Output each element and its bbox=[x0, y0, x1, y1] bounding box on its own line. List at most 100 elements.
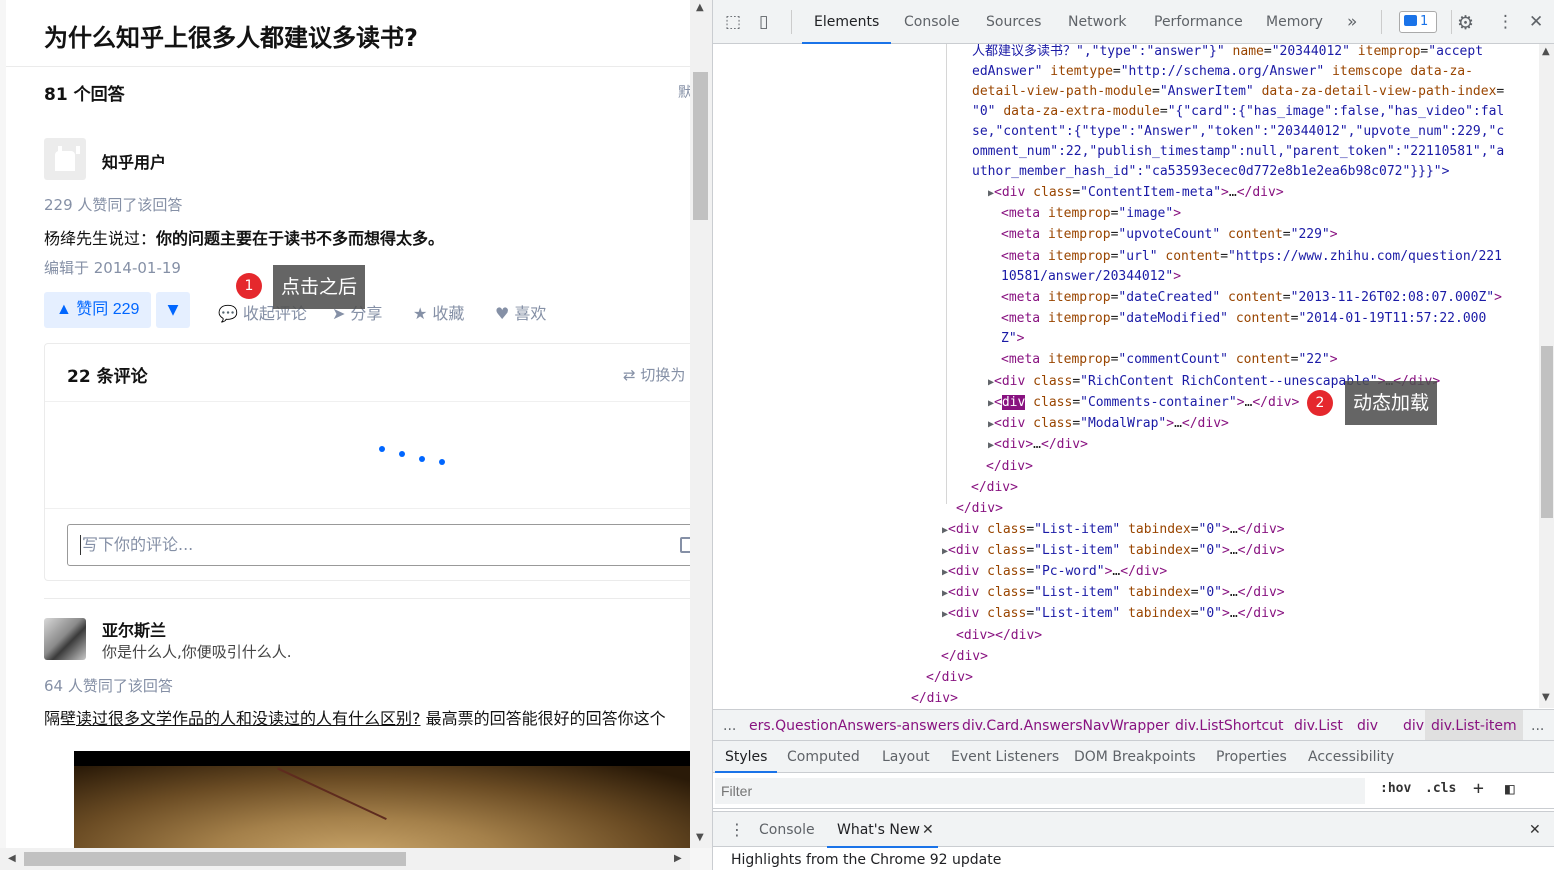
drawer-tab-whats-new[interactable]: What's New bbox=[827, 812, 938, 848]
styles-filter-input[interactable] bbox=[715, 778, 1365, 804]
tab-layout[interactable]: Layout bbox=[882, 741, 930, 773]
dom-tree[interactable]: 人都建议多读书？","type":"answer"}" name="203440… bbox=[713, 44, 1539, 708]
close-tab-icon[interactable]: ✕ bbox=[922, 812, 934, 848]
dom-line[interactable]: <meta itemprop="url" content="https://ww… bbox=[1001, 247, 1502, 267]
dom-line[interactable]: ▶<div class="ContentItem-meta">…</div> bbox=[988, 183, 1284, 203]
tab-sources[interactable]: Sources bbox=[986, 0, 1041, 44]
inspect-element-icon[interactable]: ⬚ bbox=[725, 12, 741, 32]
drawer-menu-icon[interactable]: ⋮ bbox=[729, 812, 745, 848]
cls-toggle[interactable]: .cls bbox=[1425, 781, 1456, 796]
dom-line[interactable]: </div> bbox=[926, 668, 973, 688]
dom-line[interactable]: <meta itemprop="upvoteCount" content="22… bbox=[1001, 225, 1338, 245]
dom-line[interactable]: ▶<div class="List-item" tabindex="0">…</… bbox=[942, 583, 1285, 603]
drawer-tab-console[interactable]: Console bbox=[759, 812, 815, 848]
dom-tree-scrollbar[interactable]: ▲ ▼ bbox=[1539, 44, 1554, 708]
tab-performance[interactable]: Performance bbox=[1154, 0, 1243, 44]
tab-elements[interactable]: Elements bbox=[801, 0, 892, 44]
tab-network[interactable]: Network bbox=[1068, 0, 1126, 44]
dom-line[interactable]: omment_num":22,"publish_timestamp":null,… bbox=[972, 142, 1504, 162]
breadcrumb-item-active[interactable]: div.List-item bbox=[1425, 710, 1523, 740]
toggle-sidebar-icon[interactable]: ◧ bbox=[1505, 779, 1515, 798]
tab-dom-breakpoints[interactable]: DOM Breakpoints bbox=[1074, 741, 1196, 773]
edited-date[interactable]: 编辑于 2014-01-19 bbox=[44, 257, 181, 278]
issues-button[interactable]: 1 bbox=[1399, 11, 1437, 33]
tab-computed[interactable]: Computed bbox=[787, 741, 860, 773]
sort-toggle[interactable]: 默 bbox=[678, 82, 690, 102]
scrollbar-thumb[interactable] bbox=[24, 852, 406, 866]
dom-line[interactable]: </div> bbox=[986, 457, 1033, 477]
device-toolbar-icon[interactable]: ▯ bbox=[759, 12, 768, 32]
comment-input[interactable]: 写下你的评论... bbox=[67, 524, 690, 566]
dom-line[interactable]: ▶<div class="Pc-word">…</div> bbox=[942, 562, 1167, 582]
horizontal-scrollbar[interactable]: ◀ ▶ bbox=[0, 848, 690, 870]
dom-line[interactable]: edAnswer" itemtype="http://schema.org/An… bbox=[972, 62, 1473, 82]
dom-line[interactable]: <meta itemprop="commentCount" content="2… bbox=[1001, 350, 1338, 370]
breadcrumb-scroll-right[interactable]: ... bbox=[1531, 710, 1544, 740]
more-tabs-icon[interactable]: » bbox=[1347, 0, 1357, 44]
favorite-button[interactable]: ★ 收藏 bbox=[413, 300, 464, 324]
close-drawer-icon[interactable]: ✕ bbox=[1529, 812, 1541, 848]
dom-line[interactable]: </div> bbox=[911, 689, 958, 708]
author-name[interactable]: 亚尔斯兰 bbox=[102, 617, 166, 641]
dom-line[interactable]: Z"> bbox=[1001, 329, 1024, 349]
scroll-down-arrow-icon[interactable]: ▼ bbox=[1542, 692, 1550, 703]
tab-memory[interactable]: Memory bbox=[1266, 0, 1323, 44]
scroll-up-arrow-icon[interactable]: ▲ bbox=[696, 2, 704, 13]
breadcrumb-item[interactable]: div.Card.AnswersNavWrapper bbox=[962, 710, 1170, 740]
tab-accessibility[interactable]: Accessibility bbox=[1308, 741, 1394, 773]
scrollbar-thumb[interactable] bbox=[693, 72, 708, 220]
vertical-scrollbar[interactable]: ▲ ▼ bbox=[690, 0, 712, 848]
tab-properties[interactable]: Properties bbox=[1216, 741, 1287, 773]
breadcrumb-item[interactable]: div.List bbox=[1294, 710, 1343, 740]
dom-line[interactable]: detail-view-path-module="AnswerItem" dat… bbox=[972, 82, 1504, 102]
dom-line[interactable]: </div> bbox=[956, 499, 1003, 519]
author-name[interactable]: 知乎用户 bbox=[102, 149, 166, 173]
image-icon[interactable] bbox=[680, 537, 690, 553]
scroll-down-arrow-icon[interactable]: ▼ bbox=[696, 832, 704, 843]
question-title[interactable]: 为什么知乎上很多人都建议多读书? bbox=[44, 18, 418, 53]
dom-line[interactable]: <meta itemprop="dateCreated" content="20… bbox=[1001, 288, 1502, 308]
more-options-icon[interactable]: ⋮ bbox=[1497, 12, 1514, 32]
comments-switch-button[interactable]: ⇄ 切换为 bbox=[623, 364, 685, 385]
dom-line[interactable]: ▶<div class="ModalWrap">…</div> bbox=[988, 414, 1229, 434]
dom-line[interactable]: uthor_member_hash_id":"ca53593ecec0d772e… bbox=[972, 162, 1449, 182]
scroll-left-arrow-icon[interactable]: ◀ bbox=[8, 853, 16, 864]
tab-console[interactable]: Console bbox=[904, 0, 960, 44]
breadcrumb-item[interactable]: div bbox=[1403, 710, 1424, 740]
dom-line[interactable]: </div> bbox=[971, 478, 1018, 498]
like-button[interactable]: ♥ 喜欢 bbox=[495, 300, 546, 324]
dom-line[interactable]: ▶<div class="List-item" tabindex="0">…</… bbox=[942, 541, 1285, 561]
dom-line[interactable]: 人都建议多读书？","type":"answer"}" name="203440… bbox=[972, 44, 1483, 62]
new-rule-plus-icon[interactable]: + bbox=[1473, 778, 1484, 799]
dom-line[interactable]: se,"content":{"type":"Answer","token":"2… bbox=[972, 122, 1504, 142]
dom-line[interactable]: ▶<div>…</div> bbox=[988, 435, 1088, 455]
scrollbar-thumb[interactable] bbox=[1541, 346, 1553, 518]
question-link[interactable]: 读过很多文学作品的人和没读过的人有什么区别? bbox=[76, 709, 421, 728]
upvote-button[interactable]: ▲ 赞同 229 bbox=[44, 292, 152, 328]
dom-line[interactable]: 10581/answer/20344012"> bbox=[1001, 267, 1181, 287]
dom-line[interactable]: ▶<div class="List-item" tabindex="0">…</… bbox=[942, 604, 1285, 624]
tab-styles[interactable]: Styles bbox=[714, 741, 779, 773]
dom-line[interactable]: <meta itemprop="image"> bbox=[1001, 204, 1181, 224]
breadcrumb-scroll-left[interactable]: ... bbox=[723, 710, 736, 740]
settings-gear-icon[interactable]: ⚙ bbox=[1457, 12, 1474, 34]
attr-value: "List-item" bbox=[1034, 606, 1121, 621]
downvote-button[interactable]: ▼ bbox=[156, 292, 190, 328]
answer-image[interactable] bbox=[74, 751, 690, 848]
scroll-up-arrow-icon[interactable]: ▲ bbox=[1542, 46, 1550, 57]
breadcrumb-item[interactable]: div bbox=[1357, 710, 1378, 740]
avatar[interactable] bbox=[44, 138, 86, 180]
avatar[interactable] bbox=[44, 618, 86, 660]
dom-line[interactable]: ▶<div class="List-item" tabindex="0">…</… bbox=[942, 520, 1285, 540]
breadcrumb-item[interactable]: ers.QuestionAnswers-answers bbox=[749, 710, 960, 740]
dom-line[interactable]: </div> bbox=[941, 647, 988, 667]
breadcrumb-item[interactable]: div.ListShortcut bbox=[1175, 710, 1284, 740]
tab-event-listeners[interactable]: Event Listeners bbox=[951, 741, 1059, 773]
dom-line[interactable]: <div></div> bbox=[956, 626, 1042, 646]
dom-line[interactable]: <meta itemprop="dateModified" content="2… bbox=[1001, 309, 1486, 329]
dom-line[interactable]: "0" data-za-extra-module="{"card":{"has_… bbox=[972, 102, 1504, 122]
close-devtools-icon[interactable]: ✕ bbox=[1529, 12, 1543, 32]
hov-toggle[interactable]: :hov bbox=[1380, 781, 1411, 796]
dom-line-selected[interactable]: ▶<div class="Comments-container">…</div> bbox=[988, 393, 1299, 413]
scroll-right-arrow-icon[interactable]: ▶ bbox=[674, 853, 682, 864]
